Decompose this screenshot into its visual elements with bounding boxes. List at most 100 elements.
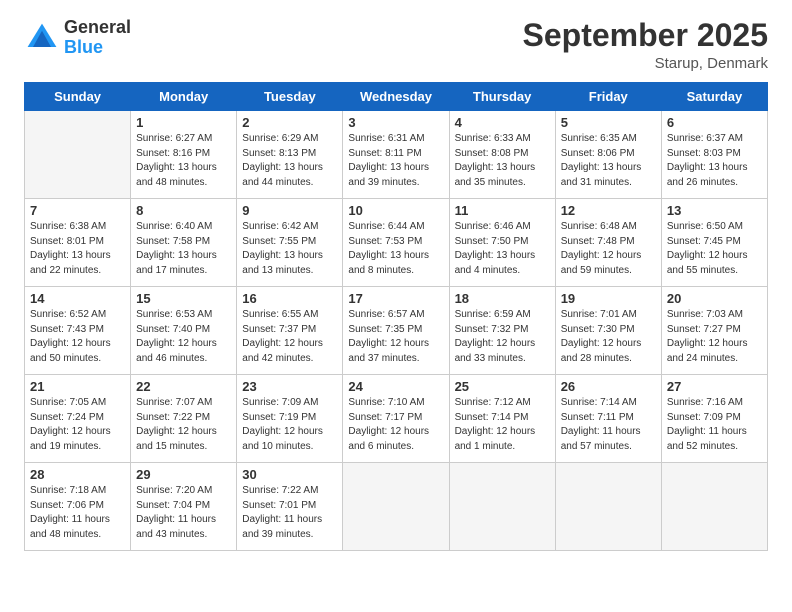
- calendar-cell: [555, 463, 661, 551]
- day-number: 28: [30, 467, 125, 482]
- day-info: Sunrise: 6:37 AMSunset: 8:03 PMDaylight:…: [667, 132, 762, 190]
- calendar-cell: 2 Sunrise: 6:29 AMSunset: 8:13 PMDaylight…: [237, 111, 343, 199]
- header: General Blue September 2025 Starup, Denm…: [24, 18, 768, 72]
- day-info: Sunrise: 7:16 AMSunset: 7:09 PMDaylight:…: [667, 396, 762, 454]
- calendar-cell: 15 Sunrise: 6:53 AMSunset: 7:40 PMDayligh…: [131, 287, 237, 375]
- day-info: Sunrise: 6:40 AMSunset: 7:58 PMDaylight:…: [136, 220, 231, 278]
- calendar-cell: 9 Sunrise: 6:42 AMSunset: 7:55 PMDaylight…: [237, 199, 343, 287]
- day-number: 5: [561, 115, 656, 130]
- calendar-cell: 19Sunrise: 7:01 AMSunset: 7:30 PMDayligh…: [555, 287, 661, 375]
- calendar-cell: 6 Sunrise: 6:37 AMSunset: 8:03 PMDaylight…: [661, 111, 767, 199]
- calendar-week-row: 21 Sunrise: 7:05 AMSunset: 7:24 PMDayligh…: [25, 375, 768, 463]
- calendar-cell: 1 Sunrise: 6:27 AMSunset: 8:16 PMDaylight…: [131, 111, 237, 199]
- col-header-monday: Monday: [131, 83, 237, 111]
- logo-blue-text: Blue: [64, 38, 131, 58]
- day-info: Sunrise: 6:29 AMSunset: 8:13 PMDaylight:…: [242, 132, 337, 190]
- day-info: Sunrise: 6:31 AMSunset: 8:11 PMDaylight:…: [348, 132, 443, 190]
- col-header-tuesday: Tuesday: [237, 83, 343, 111]
- calendar-cell: 28 Sunrise: 7:18 AMSunset: 7:06 PMDayligh…: [25, 463, 131, 551]
- calendar-cell: 23 Sunrise: 7:09 AMSunset: 7:19 PMDayligh…: [237, 375, 343, 463]
- logo-icon: [24, 20, 60, 56]
- day-info: Sunrise: 7:09 AMSunset: 7:19 PMDaylight:…: [242, 396, 337, 454]
- day-info: Sunrise: 6:42 AMSunset: 7:55 PMDaylight:…: [242, 220, 337, 278]
- col-header-friday: Friday: [555, 83, 661, 111]
- day-number: 24: [348, 379, 443, 394]
- calendar-cell: 26Sunrise: 7:14 AMSunset: 7:11 PMDayligh…: [555, 375, 661, 463]
- day-number: 17: [348, 291, 443, 306]
- calendar-cell: 27 Sunrise: 7:16 AMSunset: 7:09 PMDayligh…: [661, 375, 767, 463]
- calendar-cell: 13Sunrise: 6:50 AMSunset: 7:45 PMDayligh…: [661, 199, 767, 287]
- day-number: 30: [242, 467, 337, 482]
- calendar-cell: 16 Sunrise: 6:55 AMSunset: 7:37 PMDayligh…: [237, 287, 343, 375]
- day-info: Sunrise: 6:27 AMSunset: 8:16 PMDaylight:…: [136, 132, 231, 190]
- day-number: 16: [242, 291, 337, 306]
- day-number: 9: [242, 203, 337, 218]
- calendar-cell: 21 Sunrise: 7:05 AMSunset: 7:24 PMDayligh…: [25, 375, 131, 463]
- day-number: 13: [667, 203, 762, 218]
- calendar-cell: [25, 111, 131, 199]
- day-info: Sunrise: 7:07 AMSunset: 7:22 PMDaylight:…: [136, 396, 231, 454]
- day-number: 26: [561, 379, 656, 394]
- col-header-saturday: Saturday: [661, 83, 767, 111]
- calendar-cell: 25Sunrise: 7:12 AMSunset: 7:14 PMDayligh…: [449, 375, 555, 463]
- day-info: Sunrise: 6:33 AMSunset: 8:08 PMDaylight:…: [455, 132, 550, 190]
- day-info: Sunrise: 6:53 AMSunset: 7:40 PMDaylight:…: [136, 308, 231, 366]
- calendar-cell: 7Sunrise: 6:38 AMSunset: 8:01 PMDaylight…: [25, 199, 131, 287]
- day-number: 15: [136, 291, 231, 306]
- calendar-cell: 4 Sunrise: 6:33 AMSunset: 8:08 PMDaylight…: [449, 111, 555, 199]
- day-number: 1: [136, 115, 231, 130]
- day-info: Sunrise: 6:55 AMSunset: 7:37 PMDaylight:…: [242, 308, 337, 366]
- col-header-thursday: Thursday: [449, 83, 555, 111]
- day-number: 12: [561, 203, 656, 218]
- calendar-header-row: SundayMondayTuesdayWednesdayThursdayFrid…: [25, 83, 768, 111]
- calendar-cell: 29Sunrise: 7:20 AMSunset: 7:04 PMDayligh…: [131, 463, 237, 551]
- calendar-cell: 18 Sunrise: 6:59 AMSunset: 7:32 PMDayligh…: [449, 287, 555, 375]
- day-number: 11: [455, 203, 550, 218]
- day-info: Sunrise: 7:20 AMSunset: 7:04 PMDaylight:…: [136, 484, 231, 542]
- calendar-cell: 22 Sunrise: 7:07 AMSunset: 7:22 PMDayligh…: [131, 375, 237, 463]
- title-month: September 2025: [523, 18, 768, 53]
- day-info: Sunrise: 7:05 AMSunset: 7:24 PMDaylight:…: [30, 396, 125, 454]
- day-number: 23: [242, 379, 337, 394]
- day-number: 27: [667, 379, 762, 394]
- logo: General Blue: [24, 18, 131, 58]
- day-number: 2: [242, 115, 337, 130]
- day-info: Sunrise: 6:46 AMSunset: 7:50 PMDaylight:…: [455, 220, 550, 278]
- day-info: Sunrise: 6:59 AMSunset: 7:32 PMDaylight:…: [455, 308, 550, 366]
- calendar-cell: [449, 463, 555, 551]
- day-number: 20: [667, 291, 762, 306]
- day-number: 18: [455, 291, 550, 306]
- day-info: Sunrise: 6:35 AMSunset: 8:06 PMDaylight:…: [561, 132, 656, 190]
- calendar-cell: 14 Sunrise: 6:52 AMSunset: 7:43 PMDayligh…: [25, 287, 131, 375]
- page: General Blue September 2025 Starup, Denm…: [0, 0, 792, 612]
- day-info: Sunrise: 6:48 AMSunset: 7:48 PMDaylight:…: [561, 220, 656, 278]
- day-number: 25: [455, 379, 550, 394]
- calendar-week-row: 14 Sunrise: 6:52 AMSunset: 7:43 PMDayligh…: [25, 287, 768, 375]
- day-info: Sunrise: 7:18 AMSunset: 7:06 PMDaylight:…: [30, 484, 125, 542]
- calendar-cell: [661, 463, 767, 551]
- day-number: 3: [348, 115, 443, 130]
- calendar-week-row: 28 Sunrise: 7:18 AMSunset: 7:06 PMDayligh…: [25, 463, 768, 551]
- calendar-week-row: 7Sunrise: 6:38 AMSunset: 8:01 PMDaylight…: [25, 199, 768, 287]
- calendar-cell: 10Sunrise: 6:44 AMSunset: 7:53 PMDayligh…: [343, 199, 449, 287]
- day-info: Sunrise: 6:44 AMSunset: 7:53 PMDaylight:…: [348, 220, 443, 278]
- logo-text: General Blue: [64, 18, 131, 58]
- day-info: Sunrise: 6:57 AMSunset: 7:35 PMDaylight:…: [348, 308, 443, 366]
- col-header-sunday: Sunday: [25, 83, 131, 111]
- day-info: Sunrise: 6:52 AMSunset: 7:43 PMDaylight:…: [30, 308, 125, 366]
- day-number: 21: [30, 379, 125, 394]
- day-number: 4: [455, 115, 550, 130]
- day-number: 6: [667, 115, 762, 130]
- day-info: Sunrise: 7:10 AMSunset: 7:17 PMDaylight:…: [348, 396, 443, 454]
- calendar-table: SundayMondayTuesdayWednesdayThursdayFrid…: [24, 82, 768, 551]
- calendar-week-row: 1 Sunrise: 6:27 AMSunset: 8:16 PMDaylight…: [25, 111, 768, 199]
- calendar-cell: 11 Sunrise: 6:46 AMSunset: 7:50 PMDayligh…: [449, 199, 555, 287]
- day-number: 14: [30, 291, 125, 306]
- day-info: Sunrise: 7:22 AMSunset: 7:01 PMDaylight:…: [242, 484, 337, 542]
- title-block: September 2025 Starup, Denmark: [523, 18, 768, 72]
- day-number: 22: [136, 379, 231, 394]
- day-number: 8: [136, 203, 231, 218]
- day-info: Sunrise: 6:38 AMSunset: 8:01 PMDaylight:…: [30, 220, 125, 278]
- col-header-wednesday: Wednesday: [343, 83, 449, 111]
- calendar-cell: 12 Sunrise: 6:48 AMSunset: 7:48 PMDayligh…: [555, 199, 661, 287]
